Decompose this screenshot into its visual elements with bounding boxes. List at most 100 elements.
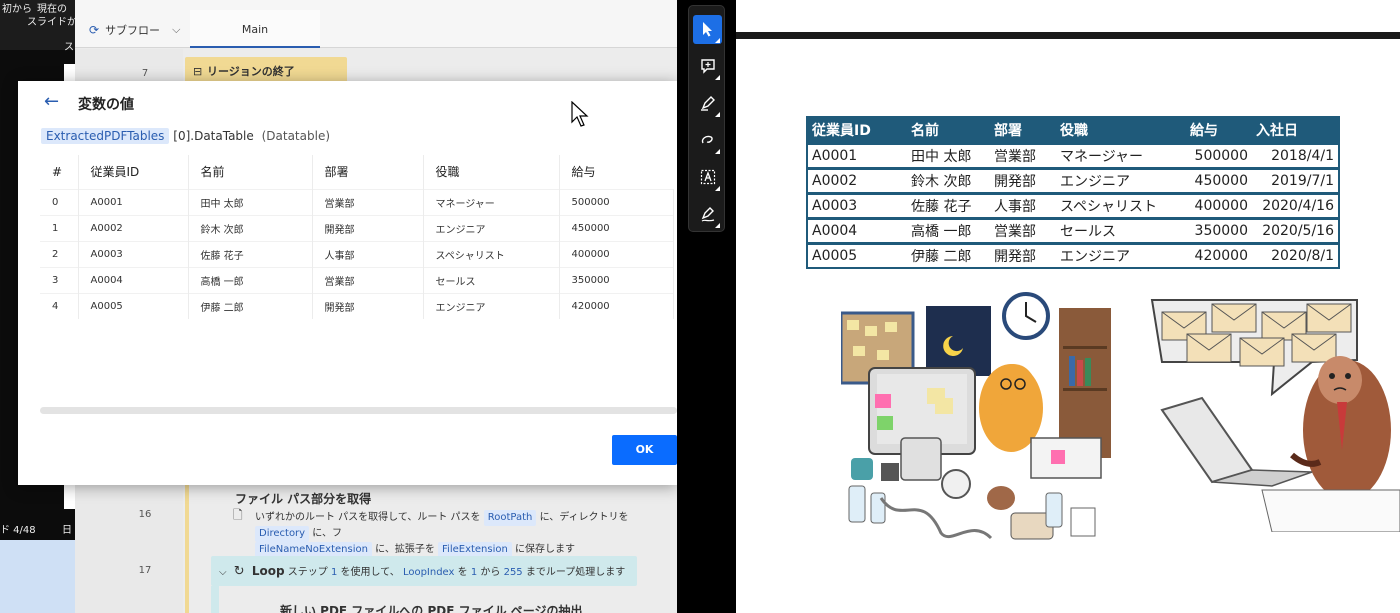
loop-body-bar xyxy=(211,586,219,613)
cell-salary: 450000 xyxy=(1186,166,1252,193)
variable-directory[interactable]: Directory xyxy=(255,526,310,542)
column-header-index[interactable]: # xyxy=(40,155,79,189)
loop-text: ステップ xyxy=(287,567,328,578)
cell-salary: 500000 xyxy=(559,188,674,215)
loop-text: から xyxy=(480,567,501,578)
line-number-17: 17 xyxy=(138,565,152,576)
column-header-salary[interactable]: 給与 xyxy=(559,155,673,189)
column-header-name: 名前 xyxy=(907,117,990,143)
action-title: ファイル パス部分を取得 xyxy=(235,492,372,506)
cell-position: スペシャリスト xyxy=(1056,191,1186,218)
chevron-down-icon[interactable]: ⌵ xyxy=(219,567,227,578)
employee-table: 従業員ID 名前 部署 役職 給与 入社日 A0001 田中 太郎 営業部 マネ… xyxy=(806,116,1340,269)
line-number-16: 16 xyxy=(138,509,152,520)
cell-employee-id: A0004 xyxy=(807,216,907,243)
ok-button[interactable]: OK xyxy=(612,435,677,465)
loop-end: 255 xyxy=(503,567,523,578)
text-select-tool-icon[interactable] xyxy=(693,163,722,192)
variable-path-index: [0].DataTable xyxy=(173,129,254,143)
desc-text: に、フ xyxy=(312,528,342,539)
cell-employee-id: A0002 xyxy=(78,214,189,241)
desc-text: に、拡張子を xyxy=(375,544,435,555)
cell-employee-id: A0004 xyxy=(78,266,189,293)
cell-department: 開発部 xyxy=(990,241,1056,268)
cell-department: 営業部 xyxy=(990,216,1056,243)
cell-employee-id: A0005 xyxy=(78,292,189,319)
cell-salary: 400000 xyxy=(1186,191,1252,218)
draw-tool-icon[interactable] xyxy=(693,126,722,155)
variable-type: (Datatable) xyxy=(261,129,331,143)
sign-tool-icon[interactable] xyxy=(693,200,722,229)
column-header-name[interactable]: 名前 xyxy=(188,155,313,189)
get-file-path-action[interactable]: ファイル パス部分を取得 🗋 いずれかのルート パスを取得して、ルート パスを … xyxy=(233,490,677,558)
column-header-position: 役職 xyxy=(1056,117,1186,143)
cell-department: 営業部 xyxy=(312,266,424,293)
highlight-tool-icon[interactable] xyxy=(693,89,722,118)
cell-employee-id: A0003 xyxy=(78,240,189,267)
cell-position: スペシャリスト xyxy=(423,240,560,267)
table-row[interactable]: 4 A0005 伊藤 二郎 開発部 エンジニア 420000 xyxy=(40,292,674,319)
variable-loopindex[interactable]: LoopIndex xyxy=(403,567,455,578)
cell-name: 田中 太郎 xyxy=(188,188,313,215)
cell-department: 開発部 xyxy=(312,292,424,319)
cell-hire-date: 2020/8/1 xyxy=(1252,241,1339,268)
cell-name: 田中 太郎 xyxy=(907,141,990,168)
variable-extractedpdftables[interactable]: ExtractedPDFTables xyxy=(41,128,170,144)
cell-position: エンジニア xyxy=(423,292,560,319)
extract-pages-action[interactable]: 新しい PDF ファイルへの PDF ファイル ページの抽出 xyxy=(280,602,583,613)
slide-rule xyxy=(736,32,1400,39)
table-row[interactable]: 2 A0003 佐藤 花子 人事部 スペシャリスト 400000 xyxy=(40,240,674,267)
column-header-employee-id[interactable]: 従業員ID xyxy=(78,155,189,189)
horizontal-scrollbar[interactable] xyxy=(40,407,677,414)
cell-position: マネージャー xyxy=(1056,141,1186,168)
datatable-grid: # 従業員ID 名前 部署 役職 給与 0 A0001 田中 太郎 営業部 マネ… xyxy=(40,155,674,319)
desc-text: に、ディレクトリを xyxy=(539,512,629,523)
cell-salary: 350000 xyxy=(559,266,674,293)
subflow-dropdown[interactable]: ⟳ サブフロー ⌵ xyxy=(89,22,180,38)
table-row: A0003 佐藤 花子 人事部 スペシャリスト 400000 2020/4/16 xyxy=(807,191,1339,218)
column-header-department[interactable]: 部署 xyxy=(312,155,424,189)
table-row[interactable]: 3 A0004 高橋 一郎 営業部 セールス 350000 xyxy=(40,266,674,293)
table-row: A0004 高橋 一郎 営業部 セールス 350000 2020/5/16 xyxy=(807,216,1339,243)
cell-employee-id: A0001 xyxy=(78,188,189,215)
taskbar-area xyxy=(0,540,75,613)
loop-icon: ↻ xyxy=(233,564,245,579)
cell-name: 鈴木 次郎 xyxy=(907,166,990,193)
cell-department: 人事部 xyxy=(312,240,424,267)
column-header-position[interactable]: 役職 xyxy=(423,155,560,189)
cell-position: セールス xyxy=(1056,216,1186,243)
cell-salary: 420000 xyxy=(1186,241,1252,268)
subflow-label: サブフロー xyxy=(105,24,161,37)
cell-index: 2 xyxy=(40,240,79,267)
cell-hire-date: 2018/4/1 xyxy=(1252,141,1339,168)
slide-preview: 従業員ID 名前 部署 役職 給与 入社日 A0001 田中 太郎 営業部 マネ… xyxy=(736,0,1400,613)
table-row[interactable]: 0 A0001 田中 太郎 営業部 マネージャー 500000 xyxy=(40,188,674,215)
cell-department: 人事部 xyxy=(990,191,1056,218)
loop-action[interactable]: ⌵ ↻ Loop ステップ 1 を使用して、 LoopIndex を 1 から … xyxy=(211,556,637,586)
cell-department: 開発部 xyxy=(312,214,424,241)
slide-label-fragment: ス xyxy=(64,42,74,53)
cell-position: セールス xyxy=(423,266,560,293)
tab-main[interactable]: Main xyxy=(190,10,320,48)
cell-name: 高橋 一郎 xyxy=(188,266,313,293)
cell-department: 開発部 xyxy=(990,166,1056,193)
cell-index: 0 xyxy=(40,188,79,215)
annotation-toolbar xyxy=(688,5,725,232)
cell-salary: 500000 xyxy=(1186,141,1252,168)
cell-position: マネージャー xyxy=(423,188,560,215)
cell-name: 佐藤 花子 xyxy=(907,191,990,218)
column-header-employee-id: 従業員ID xyxy=(807,117,907,143)
file-icon: 🗋 xyxy=(233,508,243,522)
back-arrow-icon[interactable]: ← xyxy=(44,91,59,112)
cell-index: 1 xyxy=(40,214,79,241)
slide-counter: ド 4/48 xyxy=(0,525,36,536)
select-tool-icon[interactable] xyxy=(693,15,722,44)
cell-name: 伊藤 二郎 xyxy=(907,241,990,268)
variable-rootpath[interactable]: RootPath xyxy=(483,510,537,526)
table-row[interactable]: 1 A0002 鈴木 次郎 開発部 エンジニア 450000 xyxy=(40,214,674,241)
cell-employee-id: A0005 xyxy=(807,241,907,268)
cell-salary: 450000 xyxy=(559,214,674,241)
desc-text: に保存します xyxy=(515,544,576,555)
table-row: A0005 伊藤 二郎 開発部 エンジニア 420000 2020/8/1 xyxy=(807,241,1339,268)
comment-tool-icon[interactable] xyxy=(693,52,722,81)
